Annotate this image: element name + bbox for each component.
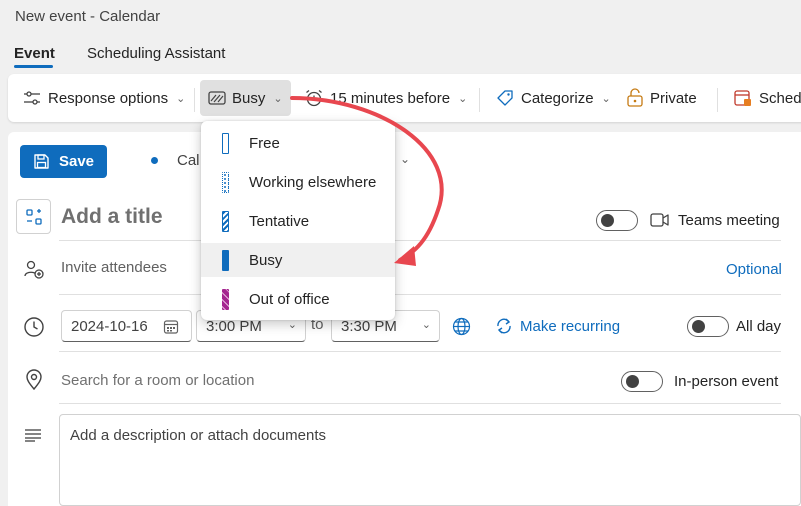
working-elsewhere-status-icon <box>222 171 229 193</box>
menu-item-out-of-office[interactable]: Out of office <box>201 282 395 316</box>
menu-item-label: Free <box>249 134 280 152</box>
tab-event[interactable]: Event <box>14 45 55 62</box>
menu-item-working-elsewhere[interactable]: Working elsewhere <box>201 165 395 199</box>
end-time-value: 3:30 PM <box>341 317 397 335</box>
toolbar: Response options ⌄ Busy ⌄ 15 minutes bef… <box>8 74 801 122</box>
add-person-icon <box>24 260 44 279</box>
chevron-down-icon: ⌄ <box>421 319 431 331</box>
calendar-color-dot <box>151 157 158 164</box>
chevron-down-icon: ⌄ <box>458 92 468 105</box>
start-time-value: 3:00 PM <box>206 317 262 335</box>
menu-item-free[interactable]: Free <box>201 126 395 160</box>
tag-icon <box>497 90 513 106</box>
toolbar-divider <box>479 88 480 112</box>
chevron-down-icon: ⌄ <box>176 92 186 105</box>
menu-item-label: Working elsewhere <box>249 173 377 191</box>
divider <box>59 403 781 404</box>
divider <box>59 294 781 295</box>
chevron-down-icon[interactable]: ⌄ <box>400 152 410 166</box>
tab-bar: Event Scheduling Assistant <box>0 36 801 70</box>
save-icon <box>34 154 49 169</box>
private-button[interactable]: Private <box>626 80 697 116</box>
response-options-button[interactable]: Response options ⌄ <box>22 80 185 116</box>
toolbar-divider <box>194 88 195 112</box>
show-as-menu: Free Working elsewhere Tentative Busy Ou… <box>201 121 395 320</box>
title-bar: New event - Calendar <box>0 0 801 36</box>
tab-active-indicator <box>14 65 53 68</box>
free-status-icon <box>222 132 229 154</box>
menu-item-label: Tentative <box>249 212 310 230</box>
description-placeholder: Add a description or attach documents <box>70 427 326 444</box>
recurring-icon <box>497 318 511 334</box>
menu-item-label: Busy <box>249 251 283 269</box>
reminder-button[interactable]: 15 minutes before ⌄ <box>304 80 467 116</box>
text-align-icon <box>25 429 41 442</box>
all-day-toggle[interactable] <box>687 316 729 337</box>
video-camera-icon <box>650 213 669 227</box>
menu-item-label: Out of office <box>249 290 330 308</box>
save-label: Save <box>58 153 95 170</box>
calendar-icon[interactable] <box>163 319 179 335</box>
event-type-icon <box>25 208 42 225</box>
tentative-status-icon <box>222 210 229 232</box>
menu-item-tentative[interactable]: Tentative <box>201 204 395 238</box>
location-input[interactable]: Search for a room or location <box>61 372 254 389</box>
make-recurring-button[interactable]: Make recurring <box>520 318 620 335</box>
busy-status-icon <box>222 249 229 271</box>
toolbar-divider <box>717 88 718 112</box>
invite-attendees-input[interactable]: Invite attendees <box>61 259 167 276</box>
title-input[interactable]: Add a title <box>61 205 163 229</box>
in-person-label: In-person event <box>674 373 779 390</box>
menu-item-busy[interactable]: Busy <box>201 243 395 277</box>
in-person-toggle[interactable] <box>621 371 663 392</box>
divider <box>59 351 781 352</box>
show-as-button[interactable]: Busy ⌄ <box>200 80 291 116</box>
categorize-button[interactable]: Categorize ⌄ <box>495 80 611 116</box>
clock-icon <box>24 317 44 337</box>
schedule-button[interactable]: Schedu <box>733 80 801 116</box>
busy-status-icon <box>208 91 226 105</box>
calendar-schedule-icon <box>734 90 751 106</box>
chevron-down-icon: ⌄ <box>273 92 283 105</box>
response-options-label: Response options <box>48 89 169 107</box>
optional-attendees-link[interactable]: Optional <box>726 261 782 278</box>
location-pin-icon <box>26 369 42 391</box>
globe-icon[interactable] <box>452 317 471 336</box>
reminder-label: 15 minutes before <box>330 89 451 107</box>
start-date-value: 2024-10-16 <box>71 317 148 335</box>
tab-scheduling-assistant[interactable]: Scheduling Assistant <box>87 45 225 62</box>
teams-meeting-toggle[interactable] <box>596 210 638 231</box>
chevron-down-icon: ⌄ <box>601 92 611 105</box>
private-label: Private <box>650 89 697 107</box>
lock-icon <box>627 88 643 107</box>
window-title: New event - Calendar <box>15 8 161 25</box>
start-date-field[interactable]: 2024-10-16 <box>61 310 192 342</box>
event-icon-picker[interactable] <box>16 199 51 234</box>
categorize-label: Categorize <box>521 89 594 107</box>
show-as-label: Busy <box>232 89 266 107</box>
sliders-icon <box>24 91 40 105</box>
save-button[interactable]: Save <box>20 145 107 178</box>
alarm-clock-icon <box>306 89 322 107</box>
all-day-label: All day <box>736 318 782 335</box>
schedule-label: Schedu <box>759 89 801 107</box>
teams-meeting-label: Teams meeting <box>678 212 780 229</box>
description-editor[interactable]: Add a description or attach documents <box>59 414 801 506</box>
divider <box>59 240 781 241</box>
out-of-office-status-icon <box>222 288 229 310</box>
calendar-selector[interactable]: Cal <box>177 152 200 169</box>
